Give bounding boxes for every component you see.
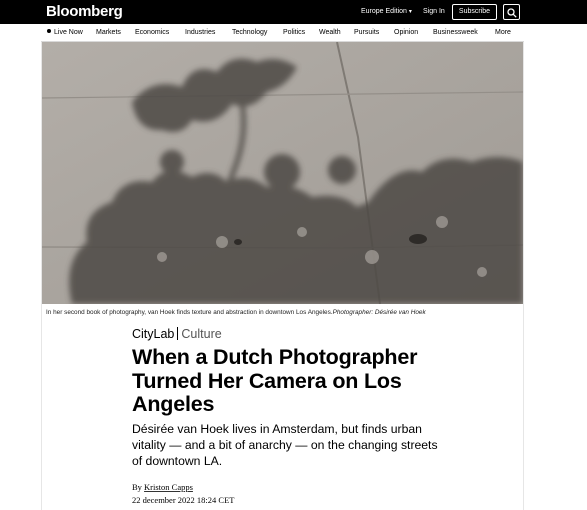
hero-image [42, 42, 523, 304]
nav-markets[interactable]: Markets [96, 28, 121, 38]
article-headline: When a Dutch Photographer Turned Her Cam… [132, 345, 418, 416]
subscribe-button[interactable]: Subscribe [452, 4, 497, 20]
byline-prefix: By [132, 482, 142, 492]
more-vertical-icon[interactable] [516, 5, 519, 15]
brand-link-citylab[interactable]: CityLab [132, 327, 174, 341]
kicker-divider [177, 327, 179, 340]
hero-caption: In her second book of photography, van H… [46, 309, 522, 317]
bloomberg-logo[interactable]: Bloomberg [46, 2, 123, 22]
nav-economics[interactable]: Economics [135, 28, 169, 38]
edition-selector[interactable]: Europe Edition ▾ [361, 7, 412, 17]
nav-industries[interactable]: Industries [185, 28, 215, 38]
main-nav: Live Now Markets Economics Industries Te… [41, 24, 524, 42]
article-dek: Désirée van Hoek lives in Amsterdam, but… [132, 422, 438, 468]
shadow-photo-illustration [42, 42, 523, 304]
nav-pursuits[interactable]: Pursuits [354, 28, 379, 38]
page-rule-right [523, 42, 524, 510]
article-kicker: CityLab Culture [132, 326, 222, 342]
sign-in-link[interactable]: Sign In [423, 7, 445, 17]
edition-label: Europe Edition [361, 8, 407, 15]
article-date: 22 december 2022 18:24 CET [132, 495, 235, 505]
caret-down-icon: ▾ [408, 9, 412, 15]
section-link-culture[interactable]: Culture [181, 327, 221, 341]
nav-label: Live Now [54, 29, 83, 36]
article-byline: By Kriston Capps [132, 482, 193, 493]
author-link[interactable]: Kriston Capps [144, 482, 193, 492]
photo-credit: Photographer: Désirée van Hoek [332, 309, 426, 316]
top-bar: Bloomberg Europe Edition ▾ Sign In Subscr… [0, 0, 587, 24]
nav-businessweek[interactable]: Businessweek [433, 28, 478, 38]
nav-live-now[interactable]: Live Now [47, 28, 83, 38]
nav-technology[interactable]: Technology [232, 28, 267, 38]
nav-opinion[interactable]: Opinion [394, 28, 418, 38]
caption-text: In her second book of photography, van H… [46, 309, 333, 316]
nav-politics[interactable]: Politics [283, 28, 305, 38]
nav-wealth[interactable]: Wealth [319, 28, 341, 38]
nav-more[interactable]: More [495, 28, 511, 38]
live-dot-icon [47, 29, 51, 33]
